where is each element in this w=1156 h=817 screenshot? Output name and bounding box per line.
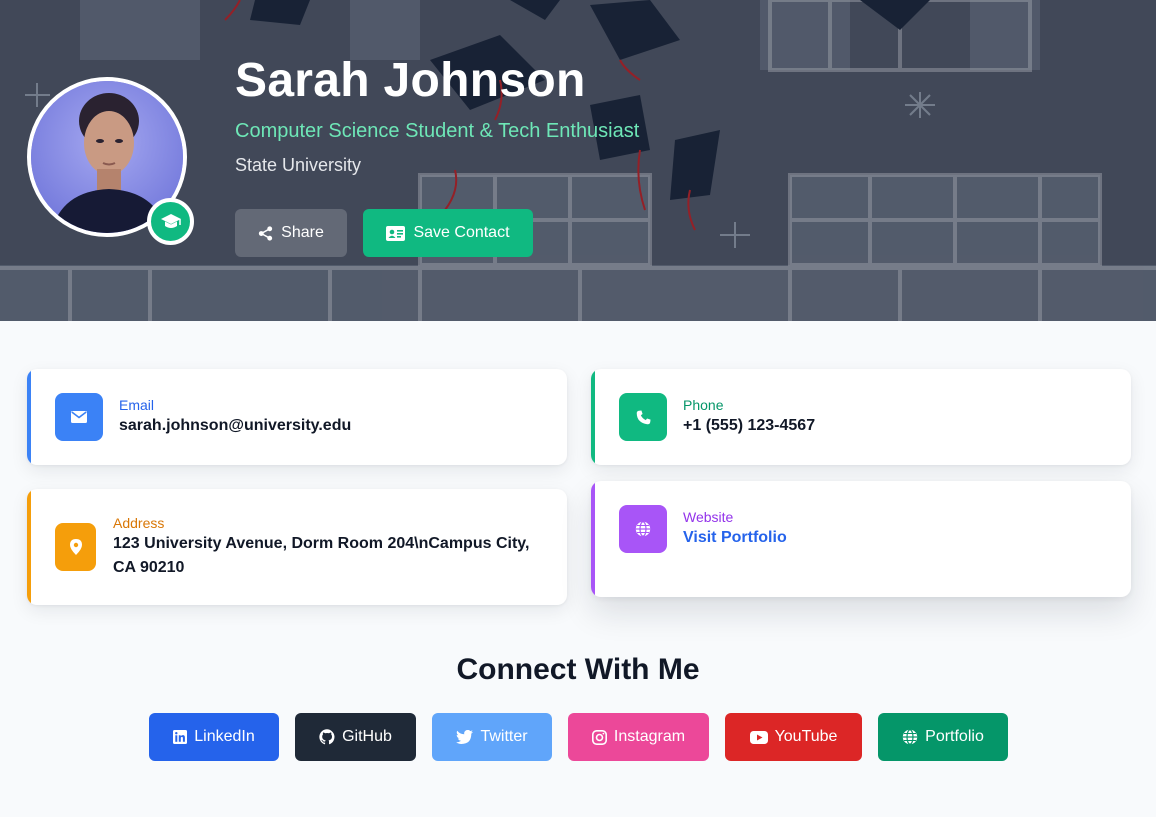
github-label: GitHub (342, 728, 392, 745)
save-contact-button-label: Save Contact (413, 224, 510, 241)
globe-icon (635, 521, 651, 537)
phone-label: Phone (683, 397, 724, 413)
profile-header: Sarah Johnson Computer Science Student &… (0, 0, 1156, 321)
graduation-cap-icon (160, 213, 181, 228)
phone-icon (636, 409, 651, 424)
github-icon (319, 729, 335, 745)
instagram-button[interactable]: Instagram (568, 713, 709, 761)
linkedin-label: LinkedIn (194, 728, 255, 745)
profile-info: Sarah Johnson Computer Science Student &… (235, 52, 639, 176)
email-icon-tile (55, 393, 103, 441)
graduation-cap-badge (147, 198, 194, 245)
address-label: Address (113, 515, 165, 531)
visit-portfolio-link[interactable]: Visit Portfolio (683, 526, 787, 550)
instagram-label: Instagram (613, 728, 686, 745)
portfolio-label: Portfolio (925, 728, 984, 745)
envelope-icon (71, 411, 87, 423)
profile-school: State University (235, 155, 362, 175)
profile-tagline: Computer Science Student & Tech Enthusia… (235, 120, 640, 142)
twitter-label: Twitter (480, 728, 528, 745)
youtube-label: YouTube (774, 728, 838, 745)
hero-actions: Share Save Contact (235, 209, 533, 257)
email-label: Email (119, 397, 155, 413)
website-card[interactable]: Website Visit Portfolio (591, 481, 1131, 597)
avatar-container (27, 77, 194, 245)
youtube-button[interactable]: YouTube (725, 713, 862, 761)
phone-card[interactable]: Phone +1 (555) 123-4567 (591, 369, 1131, 465)
id-card-icon (386, 225, 406, 241)
email-value[interactable]: sarah.johnson@university.edu (119, 414, 351, 438)
address-card[interactable]: Address 123 University Avenue, Dorm Room… (27, 489, 567, 605)
phone-value[interactable]: +1 (555) 123-4567 (683, 414, 815, 438)
instagram-icon (591, 729, 607, 745)
website-label: Website (683, 509, 734, 525)
save-contact-button[interactable]: Save Contact (363, 209, 533, 257)
globe-icon (902, 729, 918, 745)
linkedin-icon (173, 730, 188, 744)
share-button[interactable]: Share (235, 209, 347, 257)
linkedin-button[interactable]: LinkedIn (149, 713, 279, 761)
portfolio-button[interactable]: Portfolio (878, 713, 1008, 761)
connect-heading: Connect With Me (456, 653, 700, 686)
youtube-icon (749, 730, 768, 744)
share-button-label: Share (281, 224, 324, 241)
email-card[interactable]: Email sarah.johnson@university.edu (27, 369, 567, 465)
twitter-icon (456, 730, 474, 744)
profile-name: Sarah Johnson (235, 54, 586, 107)
map-pin-icon (69, 539, 82, 555)
phone-icon-tile (619, 393, 667, 441)
social-links: LinkedIn GitHub Twitter Instagram YouTub… (149, 713, 1008, 761)
website-icon-tile (619, 505, 667, 553)
address-value[interactable]: 123 University Avenue, Dorm Room 204\nCa… (113, 532, 543, 580)
twitter-button[interactable]: Twitter (432, 713, 552, 761)
address-icon-tile (55, 523, 96, 571)
share-icon (258, 225, 273, 241)
github-button[interactable]: GitHub (295, 713, 416, 761)
